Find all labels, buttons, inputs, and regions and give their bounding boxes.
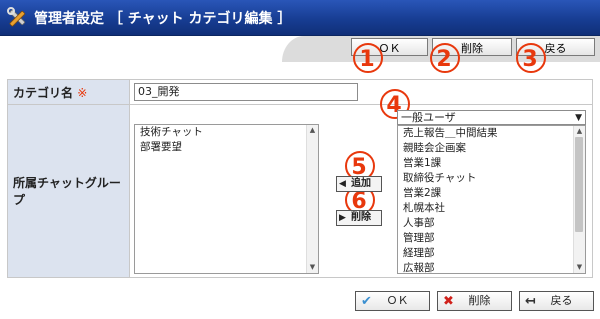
tools-icon xyxy=(7,7,26,27)
list-item[interactable]: 管理部 xyxy=(398,231,585,246)
list-item[interactable]: 営業2課 xyxy=(398,186,585,201)
list-item[interactable]: 取締役チャット xyxy=(398,171,585,186)
assigned-groups-list[interactable]: 技術チャット 部署要望 ▲ ▼ xyxy=(134,124,319,274)
category-name-label: カテゴリ名 xyxy=(13,85,74,100)
list-item[interactable]: 売上報告＿中間結果 xyxy=(398,126,585,141)
scrollbar[interactable]: ▲ ▼ xyxy=(573,126,585,273)
list-item[interactable]: 技術チャット xyxy=(135,125,318,140)
category-name-label-cell: カテゴリ名 ※ xyxy=(6,79,131,105)
list-item[interactable]: 営業1課 xyxy=(398,156,585,171)
category-name-input[interactable]: 03_開発 xyxy=(134,83,358,101)
bottom-delete-button[interactable]: ✖ 削除 xyxy=(437,291,512,311)
list-item[interactable]: 経理部 xyxy=(398,246,585,261)
marker-2: 2 xyxy=(430,43,460,73)
scrollbar[interactable]: ▲ ▼ xyxy=(306,125,318,273)
user-type-select[interactable]: 一般ユーザ ▼ xyxy=(397,110,586,125)
remove-group-button[interactable]: ▶ 削除 xyxy=(336,210,382,226)
arrow-left-icon: ◀ xyxy=(339,179,346,189)
group-label-cell: 所属チャットグループ xyxy=(6,104,131,278)
title-bar: 管理者設定 ［ チャット カテゴリ編集 ］ xyxy=(0,0,600,36)
group-label: 所属チャットグループ xyxy=(13,176,121,207)
arrow-right-icon: ▶ xyxy=(339,213,346,223)
bottom-back-button[interactable]: ↤ 戻る xyxy=(519,291,594,311)
list-item[interactable]: 広報部 xyxy=(398,261,585,273)
scroll-up-icon[interactable]: ▲ xyxy=(308,126,317,135)
add-group-button[interactable]: ◀ 追加 xyxy=(336,176,382,192)
list-item[interactable]: 親睦会企画案 xyxy=(398,141,585,156)
marker-1: 1 xyxy=(353,43,383,73)
user-type-selected: 一般ユーザ xyxy=(401,111,456,124)
scroll-up-icon[interactable]: ▲ xyxy=(575,127,584,136)
list-item[interactable]: 部署要望 xyxy=(135,140,318,155)
scrollbar-thumb[interactable] xyxy=(575,137,583,232)
scroll-down-icon[interactable]: ▼ xyxy=(575,263,584,272)
list-item[interactable]: 人事部 xyxy=(398,216,585,231)
marker-5: 5 xyxy=(345,151,375,181)
bottom-ok-button[interactable]: ✔ ＯＫ xyxy=(355,291,430,311)
marker-3: 3 xyxy=(516,43,546,73)
required-mark: ※ xyxy=(77,85,88,100)
scroll-down-icon[interactable]: ▼ xyxy=(308,263,317,272)
chevron-down-icon: ▼ xyxy=(575,113,582,123)
list-item[interactable]: 札幌本社 xyxy=(398,201,585,216)
page-title: 管理者設定 ［ チャット カテゴリ編集 ］ xyxy=(34,11,292,27)
available-groups-list[interactable]: 売上報告＿中間結果 親睦会企画案 営業1課 取締役チャット 営業2課 札幌本社 … xyxy=(397,125,586,274)
